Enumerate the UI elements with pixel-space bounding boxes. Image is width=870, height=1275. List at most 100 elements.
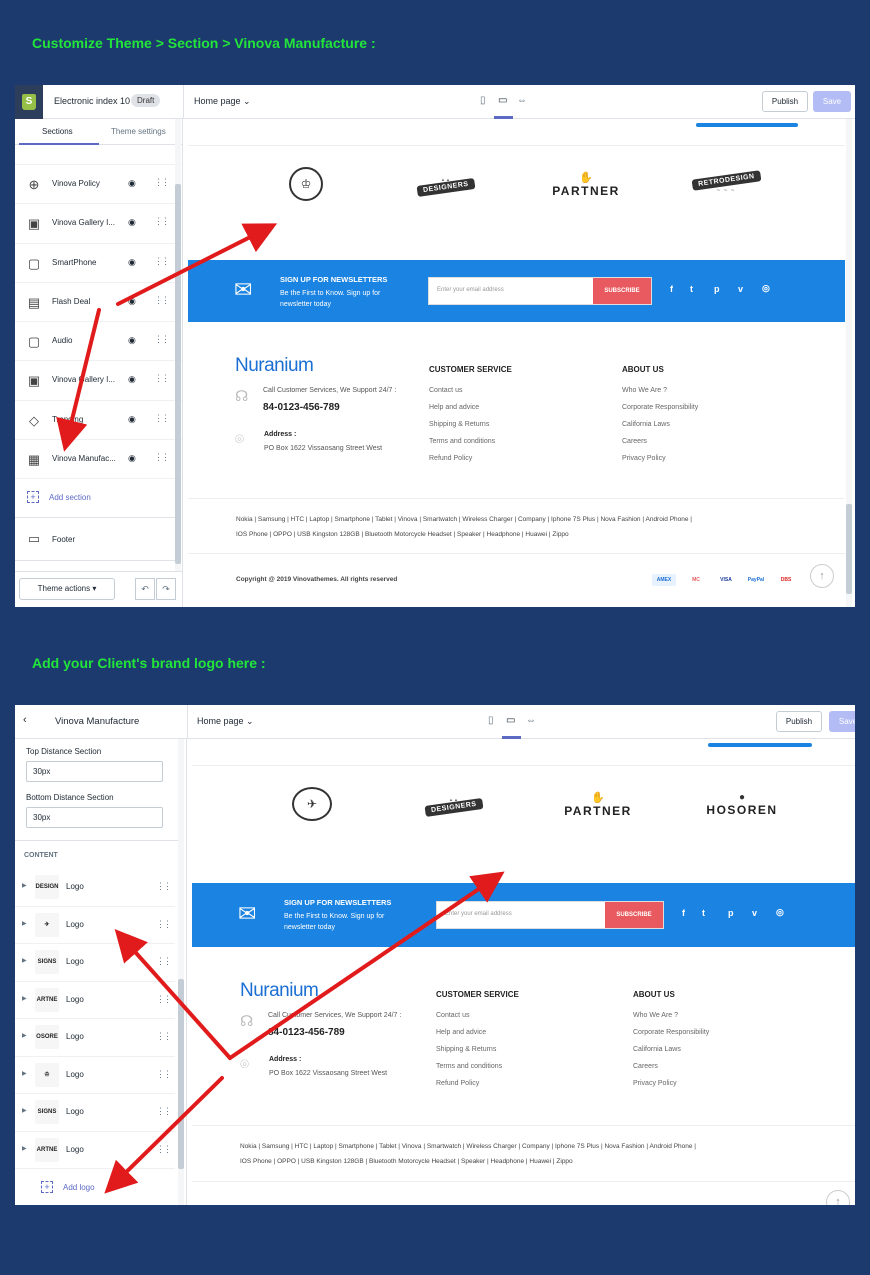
brand-logo-designers[interactable]: ▲▲ DESIGNERS [414, 780, 494, 828]
eye-icon[interactable]: ◉ [128, 414, 136, 425]
drag-handle-icon[interactable]: ⋮⋮ [154, 177, 170, 188]
publish-button[interactable]: Publish [762, 91, 808, 112]
redo-icon[interactable]: ↷ [156, 578, 176, 600]
facebook-icon[interactable]: f [682, 908, 685, 918]
caret-right-icon[interactable]: ▶ [22, 1070, 27, 1077]
twitter-icon[interactable]: t [690, 284, 693, 294]
footer-link[interactable]: Careers [622, 438, 647, 445]
logo-block[interactable]: ▶ ARTNE Logo ⋮⋮ [15, 1132, 175, 1169]
footer-link[interactable]: Who We Are ? [633, 1012, 678, 1019]
scrollbar-thumb[interactable] [846, 504, 852, 594]
caret-right-icon[interactable]: ▶ [22, 1032, 27, 1039]
pinterest-icon[interactable]: p [714, 284, 720, 294]
vimeo-icon[interactable]: v [752, 908, 757, 918]
drag-handle-icon[interactable]: ⋮⋮ [154, 295, 170, 306]
footer-link[interactable]: Corporate Responsibility [633, 1029, 709, 1036]
partial-section-item[interactable] [15, 145, 182, 165]
add-section-button[interactable]: + Add section [27, 491, 91, 503]
sidebar-scrollbar[interactable] [178, 739, 184, 1205]
desktop-view-icon[interactable]: ▭ [498, 95, 507, 106]
footer-brand-logo[interactable]: Nuranium [240, 980, 319, 1002]
drag-handle-icon[interactable]: ⋮⋮ [156, 1144, 172, 1155]
tag-line[interactable]: IOS Phone | OPPO | USB Kingston 128GB | … [236, 527, 796, 542]
back-to-top-icon[interactable]: ↑ [810, 564, 834, 588]
logo-block[interactable]: ▶ SIGNS Logo ⋮⋮ [15, 944, 175, 982]
section-item[interactable]: ▢ SmartPhone ◉ ⋮⋮ [15, 244, 182, 283]
logo-block[interactable]: ▶ ✈ Logo ⋮⋮ [15, 907, 175, 944]
twitter-icon[interactable]: t [702, 908, 705, 918]
drag-handle-icon[interactable]: ⋮⋮ [156, 956, 172, 967]
footer-link[interactable]: Refund Policy [436, 1080, 479, 1087]
instagram-icon[interactable]: ◎ [776, 907, 784, 918]
subscribe-button[interactable]: SUBSCRIBE [593, 278, 651, 304]
drag-handle-icon[interactable]: ⋮⋮ [156, 919, 172, 930]
footer-link[interactable]: Terms and conditions [429, 438, 495, 445]
drag-handle-icon[interactable]: ⋮⋮ [154, 373, 170, 384]
back-arrow-icon[interactable]: ‹ [23, 714, 27, 726]
section-item[interactable]: ▣ Vinova Gallery I... ◉ ⋮⋮ [15, 204, 182, 244]
section-item[interactable]: ◇ Trending ◉ ⋮⋮ [15, 401, 182, 441]
publish-button[interactable]: Publish [776, 711, 822, 732]
fullscreen-view-icon[interactable]: ⇔ [517, 95, 527, 106]
eye-icon[interactable]: ◉ [128, 453, 136, 464]
drag-handle-icon[interactable]: ⋮⋮ [154, 334, 170, 345]
footer-link[interactable]: Privacy Policy [622, 455, 666, 462]
theme-actions-button[interactable]: Theme actions ▾ [19, 578, 115, 600]
footer-link[interactable]: Corporate Responsibility [622, 404, 698, 411]
scrollbar-thumb[interactable] [175, 184, 181, 564]
scrollbar-thumb[interactable] [178, 979, 184, 1169]
email-input[interactable]: Enter your email address [437, 287, 504, 293]
brand-logo-crown[interactable]: ♔ [266, 160, 346, 208]
subscribe-button[interactable]: SUBSCRIBE [605, 902, 663, 928]
tag-line[interactable]: Nokia | Samsung | HTC | Laptop | Smartph… [240, 1139, 800, 1154]
footer-link[interactable]: Who We Are ? [622, 387, 667, 394]
footer-link[interactable]: Shipping & Returns [429, 421, 489, 428]
eye-icon[interactable]: ◉ [128, 335, 136, 346]
desktop-view-icon[interactable]: ▭ [506, 715, 515, 726]
mobile-view-icon[interactable]: ▯ [488, 715, 494, 726]
logo-block[interactable]: ▶ ♔ Logo ⋮⋮ [15, 1057, 175, 1094]
caret-right-icon[interactable]: ▶ [22, 920, 27, 927]
footer-link[interactable]: Help and advice [436, 1029, 486, 1036]
section-item[interactable]: ▦ Vinova Manufac... ◉ ⋮⋮ [15, 440, 182, 480]
drag-handle-icon[interactable]: ⋮⋮ [156, 994, 172, 1005]
sidebar-scrollbar[interactable] [175, 119, 181, 571]
drag-handle-icon[interactable]: ⋮⋮ [154, 413, 170, 424]
section-item[interactable]: ▤ Flash Deal ◉ ⋮⋮ [15, 283, 182, 323]
fullscreen-view-icon[interactable]: ⇔ [526, 715, 536, 726]
caret-right-icon[interactable]: ▶ [22, 882, 27, 889]
email-input[interactable]: Enter your email address [445, 911, 512, 917]
footer-link[interactable]: Contact us [436, 1012, 469, 1019]
pinterest-icon[interactable]: p [728, 908, 734, 918]
logo-block[interactable]: ▶ SIGNS Logo ⋮⋮ [15, 1094, 175, 1132]
drag-handle-icon[interactable]: ⋮⋮ [156, 1106, 172, 1117]
footer-link[interactable]: Careers [633, 1063, 658, 1070]
caret-right-icon[interactable]: ▶ [22, 1107, 27, 1114]
caret-right-icon[interactable]: ▶ [22, 995, 27, 1002]
tab-theme-settings[interactable]: Theme settings [111, 127, 166, 136]
instagram-icon[interactable]: ◎ [762, 283, 770, 294]
save-button[interactable]: Save [813, 91, 851, 112]
footer-link[interactable]: Terms and conditions [436, 1063, 502, 1070]
footer-link[interactable]: Help and advice [429, 404, 479, 411]
section-item[interactable]: ▢ Audio ◉ ⋮⋮ [15, 322, 182, 362]
page-select[interactable]: Home page ⌄ [197, 716, 254, 727]
tag-line[interactable]: Nokia | Samsung | HTC | Laptop | Smartph… [236, 512, 796, 527]
footer-link[interactable]: Contact us [429, 387, 462, 394]
brand-logo-airplane[interactable]: ✈ [272, 780, 352, 828]
tag-line[interactable]: IOS Phone | OPPO | USB Kingston 128GB | … [240, 1154, 800, 1169]
caret-right-icon[interactable]: ▶ [22, 1145, 27, 1152]
eye-icon[interactable]: ◉ [128, 217, 136, 228]
mobile-view-icon[interactable]: ▯ [480, 95, 486, 106]
drag-handle-icon[interactable]: ⋮⋮ [154, 452, 170, 463]
drag-handle-icon[interactable]: ⋮⋮ [156, 1069, 172, 1080]
footer-link[interactable]: Privacy Policy [633, 1080, 677, 1087]
preview-scrollbar[interactable] [846, 119, 852, 607]
vimeo-icon[interactable]: v [738, 284, 743, 294]
top-distance-input[interactable]: 30px [26, 761, 163, 782]
tab-sections[interactable]: Sections [42, 127, 73, 136]
save-button[interactable]: Save [829, 711, 855, 732]
eye-icon[interactable]: ◉ [128, 374, 136, 385]
logo-block[interactable]: ▶ DESIGN Logo ⋮⋮ [15, 869, 175, 907]
brand-logo-designers[interactable]: ▲▲ DESIGNERS [406, 160, 486, 208]
